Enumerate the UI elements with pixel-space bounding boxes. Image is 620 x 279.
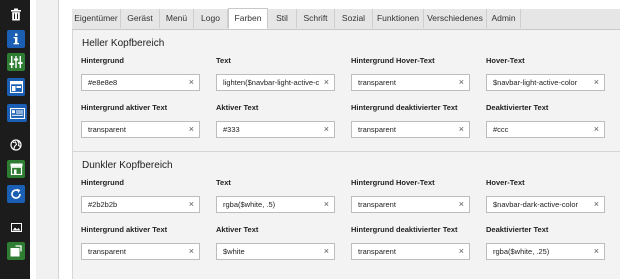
dark-hover-background-input[interactable]: transparent × [351, 196, 470, 213]
field-label: Text [216, 178, 231, 187]
field-value: $white [223, 247, 245, 256]
refresh-icon[interactable] [7, 185, 25, 203]
clear-icon[interactable]: × [459, 75, 464, 90]
field-value: transparent [88, 247, 126, 256]
clear-icon[interactable]: × [594, 244, 599, 259]
tab-farben[interactable]: Farben [228, 8, 268, 29]
clear-icon[interactable]: × [459, 244, 464, 259]
light-disabled-text-input[interactable]: #ccc × [486, 121, 605, 138]
field-label: Aktiver Text [216, 103, 259, 112]
tab-schrift[interactable]: Schrift [297, 9, 335, 28]
dark-disabled-text-input[interactable]: rgba($white, .25) × [486, 243, 605, 260]
field-label: Text [216, 56, 231, 65]
main-content: Eigentümer Geräst Menü Logo Farben Stil … [59, 0, 620, 279]
clear-icon[interactable]: × [459, 197, 464, 212]
light-hover-background-input[interactable]: transparent × [351, 74, 470, 91]
left-gutter [36, 0, 59, 279]
dark-background-input[interactable]: #2b2b2b × [81, 196, 200, 213]
light-active-background-input[interactable]: transparent × [81, 121, 200, 138]
light-active-text-input[interactable]: #333 × [216, 121, 335, 138]
export-icon[interactable] [7, 242, 25, 260]
clear-icon[interactable]: × [459, 122, 464, 137]
field-label: Hintergrund [81, 178, 124, 187]
clear-icon[interactable]: × [324, 75, 329, 90]
dark-active-background-input[interactable]: transparent × [81, 243, 200, 260]
field-value: lighten($navbar-light-active-co [223, 78, 319, 87]
section-title: Dunkler Kopfbereich [82, 160, 173, 171]
light-hover-text-input[interactable]: $navbar-light-active-color × [486, 74, 605, 91]
field-value: transparent [358, 78, 396, 87]
clear-icon[interactable]: × [189, 75, 194, 90]
colors-panel: Heller Kopfbereich Hintergrund Text Hint… [72, 30, 620, 279]
tab-logo[interactable]: Logo [194, 9, 228, 28]
field-label: Deaktivierter Text [486, 103, 549, 112]
section-title: Heller Kopfbereich [82, 38, 165, 49]
store-icon[interactable] [7, 160, 25, 178]
image-icon[interactable] [7, 218, 25, 236]
light-text-input[interactable]: lighten($navbar-light-active-co × [216, 74, 335, 91]
field-value: #ccc [493, 125, 509, 134]
globe-icon[interactable] [7, 136, 25, 154]
dark-header-section: Dunkler Kopfbereich Hintergrund Text Hin… [73, 152, 620, 279]
field-value: #e8e8e8 [88, 78, 118, 87]
field-label: Aktiver Text [216, 225, 259, 234]
field-label: Hintergrund deaktivierter Text [351, 225, 458, 234]
clear-icon[interactable]: × [594, 122, 599, 137]
field-label: Hintergrund Hover-Text [351, 56, 435, 65]
field-value: rgba($white, .5) [223, 200, 276, 209]
dark-hover-text-input[interactable]: $navbar-dark-active-color × [486, 196, 605, 213]
tab-bar: Eigentümer Geräst Menü Logo Farben Stil … [72, 8, 620, 30]
field-value: #2b2b2b [88, 200, 118, 209]
dark-disabled-background-input[interactable]: transparent × [351, 243, 470, 260]
tab-funktionen[interactable]: Funktionen [373, 9, 424, 28]
field-value: $navbar-light-active-color [493, 78, 578, 87]
clear-icon[interactable]: × [189, 197, 194, 212]
clear-icon[interactable]: × [594, 197, 599, 212]
field-value: transparent [88, 125, 126, 134]
clear-icon[interactable]: × [324, 122, 329, 137]
clear-icon[interactable]: × [324, 244, 329, 259]
clear-icon[interactable]: × [189, 244, 194, 259]
field-value: rgba($white, .25) [493, 247, 550, 256]
sidebar [0, 0, 30, 279]
info-icon[interactable] [7, 30, 25, 48]
field-label: Deaktivierter Text [486, 225, 549, 234]
tab-verschiedenes[interactable]: Verschiedenes [424, 9, 487, 28]
clear-icon[interactable]: × [189, 122, 194, 137]
tab-sozial[interactable]: Sozial [335, 9, 373, 28]
field-value: transparent [358, 247, 396, 256]
field-label: Hintergrund Hover-Text [351, 178, 435, 187]
clear-icon[interactable]: × [594, 75, 599, 90]
field-value: transparent [358, 200, 396, 209]
tab-stil[interactable]: Stil [268, 9, 297, 28]
tab-geraest[interactable]: Geräst [121, 9, 160, 28]
layout-icon[interactable] [7, 78, 25, 96]
field-value: #333 [223, 125, 240, 134]
light-background-input[interactable]: #e8e8e8 × [81, 74, 200, 91]
tab-admin[interactable]: Admin [487, 9, 521, 28]
dark-active-text-input[interactable]: $white × [216, 243, 335, 260]
field-label: Hintergrund deaktivierter Text [351, 103, 458, 112]
field-label: Hintergrund [81, 56, 124, 65]
clear-icon[interactable]: × [324, 197, 329, 212]
dark-text-input[interactable]: rgba($white, .5) × [216, 196, 335, 213]
tab-eigentuemer[interactable]: Eigentümer [72, 9, 121, 28]
trash-icon[interactable] [7, 5, 25, 23]
field-label: Hover-Text [486, 178, 525, 187]
field-label: Hintergrund aktiver Text [81, 225, 168, 234]
light-header-section: Heller Kopfbereich Hintergrund Text Hint… [73, 30, 620, 151]
sliders-icon[interactable] [7, 53, 25, 71]
tab-menue[interactable]: Menü [160, 9, 194, 28]
list-layout-icon[interactable] [7, 104, 27, 122]
light-disabled-background-input[interactable]: transparent × [351, 121, 470, 138]
field-value: $navbar-dark-active-color [493, 200, 579, 209]
field-value: transparent [358, 125, 396, 134]
field-label: Hintergrund aktiver Text [81, 103, 168, 112]
field-label: Hover-Text [486, 56, 525, 65]
